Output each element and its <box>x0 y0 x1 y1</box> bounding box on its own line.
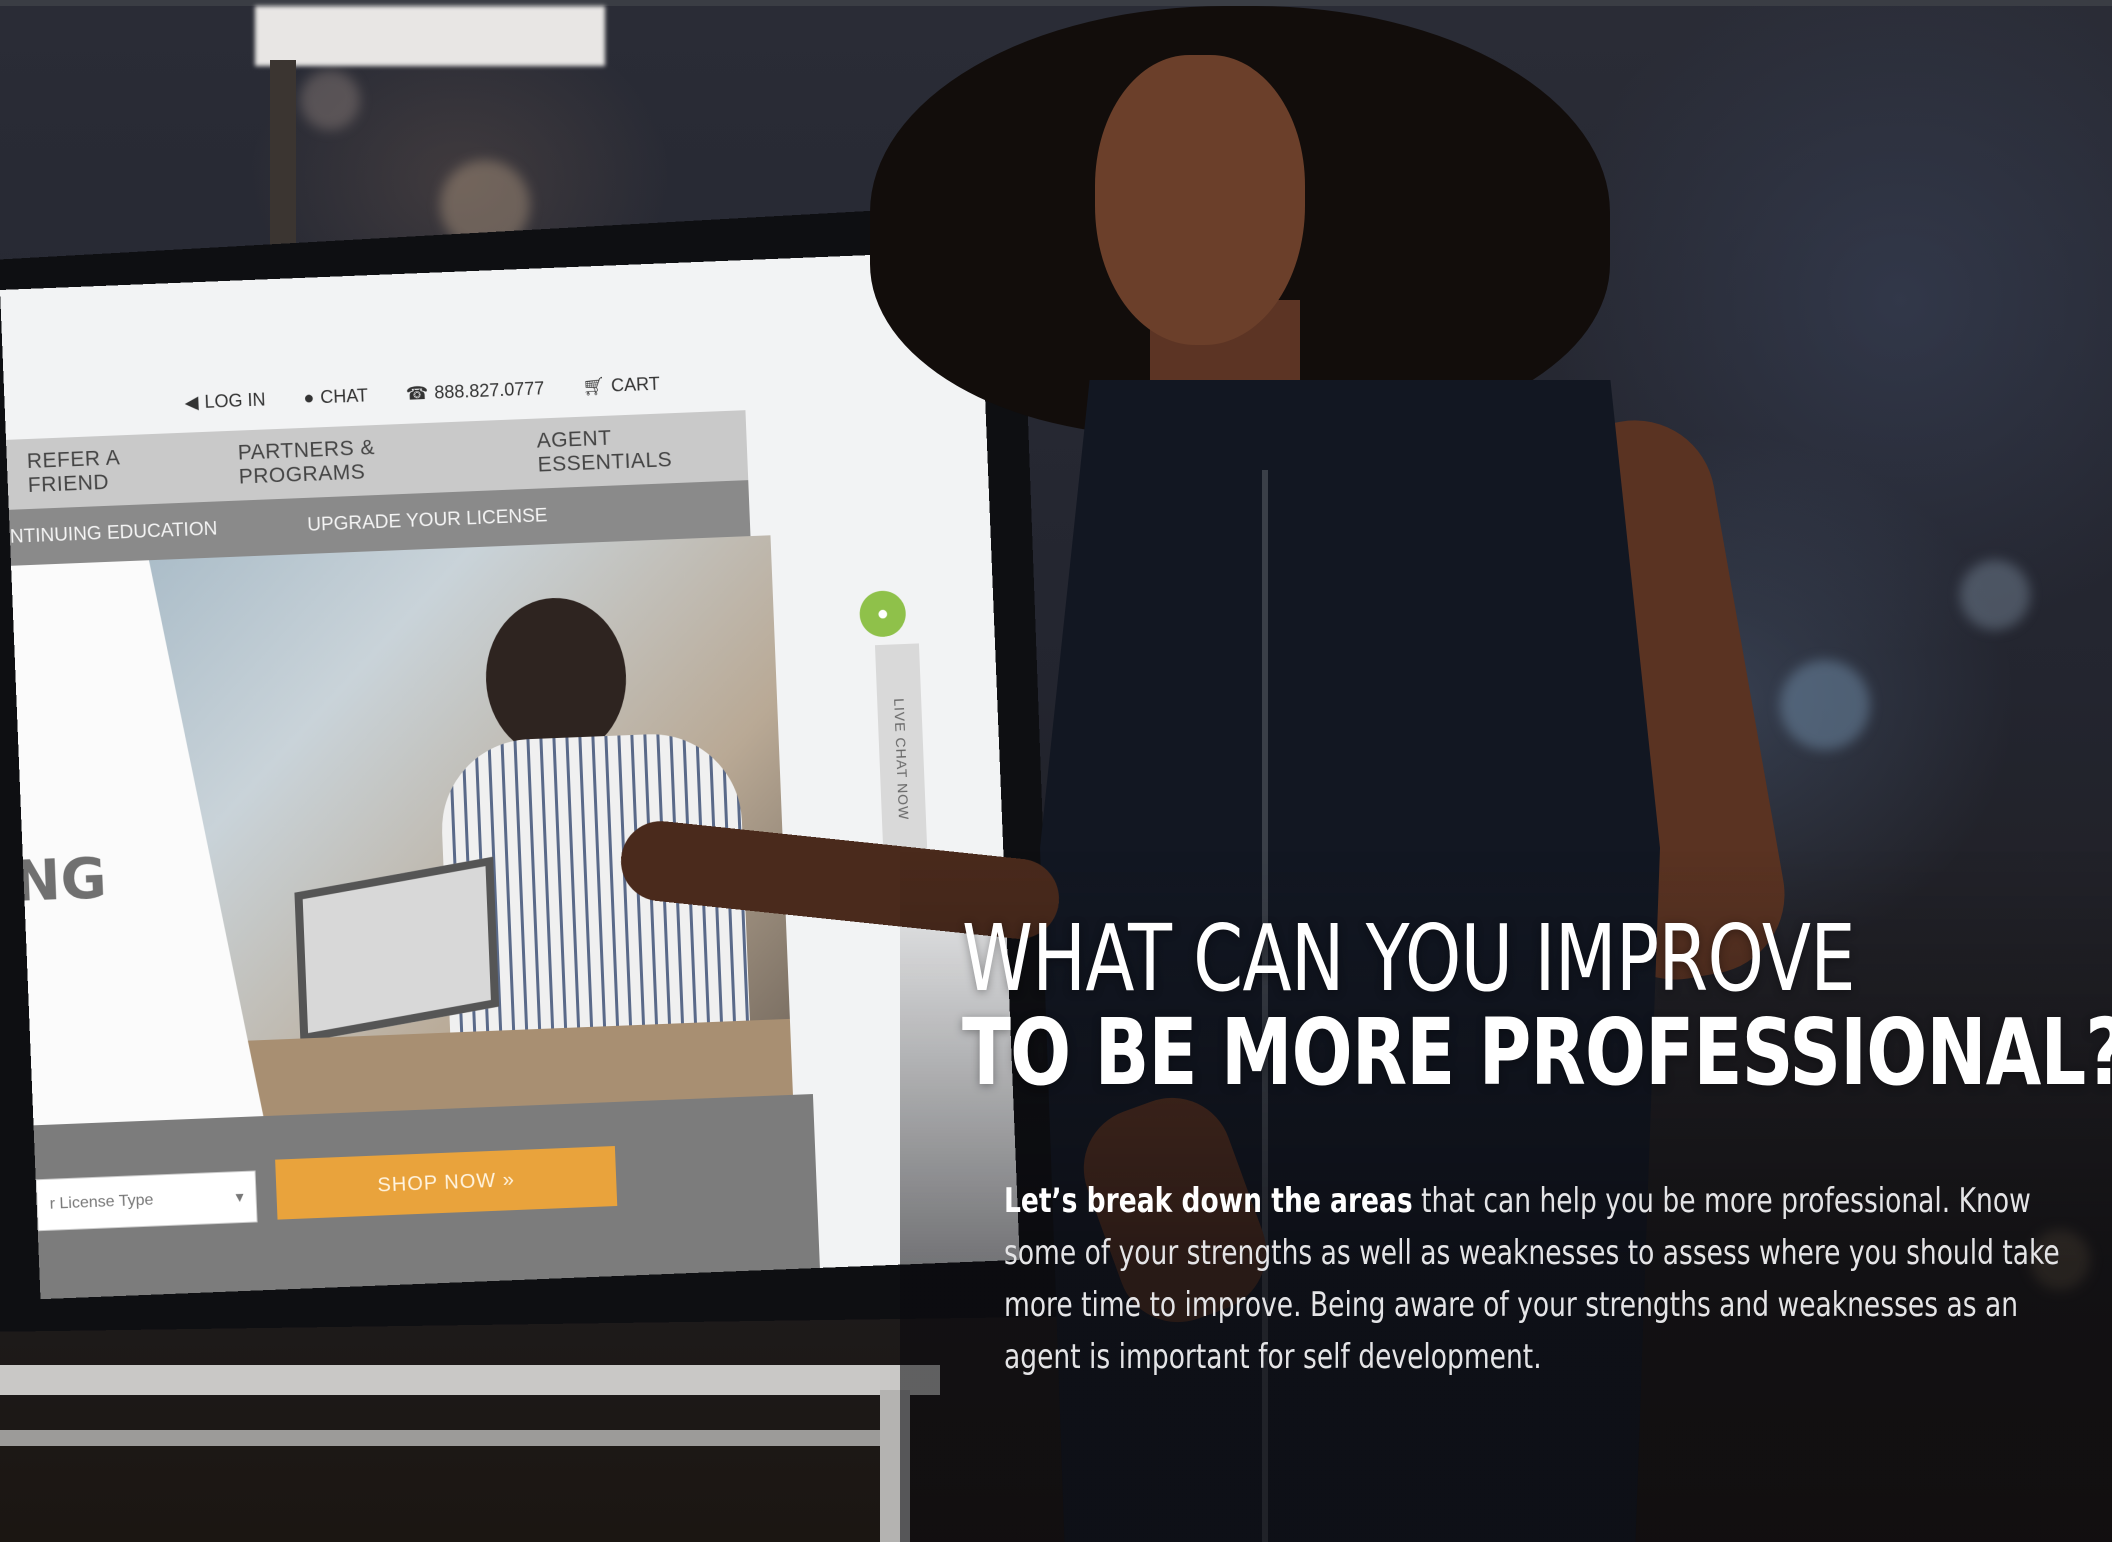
screen-license-select: r License Type ▾ <box>35 1170 258 1232</box>
headline-line-2-emphasis: MORE PROFESSIONAL? <box>1220 998 2112 1106</box>
tv-stand-shelf <box>0 1365 940 1395</box>
bokeh-light <box>1960 560 2030 630</box>
hero-banner: ◀ LOG IN ● CHAT ☎ 888.827.0777 🛒︎ CART REFER… <box>0 0 2112 1542</box>
chat-bubble-icon: ● <box>858 589 907 638</box>
bokeh-light <box>300 70 360 130</box>
headline-line-2-prefix: TO BE <box>962 998 1221 1106</box>
screen-nav-item: NTINUING EDUCATION <box>9 518 218 548</box>
chevron-down-icon: ▾ <box>235 1188 244 1207</box>
tv-screen-website: ◀ LOG IN ● CHAT ☎ 888.827.0777 🛒︎ CART REFER… <box>0 250 1020 1300</box>
screen-cart-link: 🛒︎ CART <box>581 373 661 397</box>
screen-hero-heading-fragment: NG <box>12 846 108 915</box>
screen-nav-item: PARTNERS & PROGRAMS <box>237 436 376 489</box>
screen-phone-link: ☎ 888.827.0777 <box>405 378 545 404</box>
headline-line-1: WHAT CAN YOU IMPROVE <box>962 905 1856 1012</box>
screen-login-link: ◀ LOG IN <box>184 389 266 413</box>
body-paragraph-text: Let’s break down the areas that can help… <box>1004 1175 2065 1383</box>
chat-icon: ● <box>303 387 315 408</box>
screen-chat-link: ● CHAT <box>303 385 369 408</box>
headline-line-2: TO BE MORE PROFESSIONAL? <box>962 1005 2112 1100</box>
login-icon: ◀ <box>184 392 199 413</box>
body-paragraph: Let’s break down the areas that can help… <box>1004 1175 2064 1383</box>
bokeh-light <box>1780 660 1870 750</box>
phone-icon: ☎ <box>405 382 429 404</box>
screen-nav-item: AGENT ESSENTIALS <box>536 426 673 477</box>
screen-nav-item: UPGRADE YOUR LICENSE <box>306 505 548 536</box>
tv-stand-bar <box>0 1430 900 1446</box>
presenter-face <box>1095 55 1305 345</box>
cart-icon: 🛒︎ <box>581 375 606 397</box>
window-light <box>255 6 605 66</box>
screen-utility-bar: ◀ LOG IN ● CHAT ☎ 888.827.0777 🛒︎ CART <box>184 374 660 414</box>
screen-live-chat-tab: LIVE CHAT NOW <box>874 643 929 875</box>
body-lead-phrase: Let’s break down the areas <box>1004 1181 1413 1221</box>
screen-nav-item: REFER A FRIEND <box>26 446 120 498</box>
headline: WHAT CAN YOU IMPROVE TO BE MORE PROFESSI… <box>962 912 2112 1100</box>
